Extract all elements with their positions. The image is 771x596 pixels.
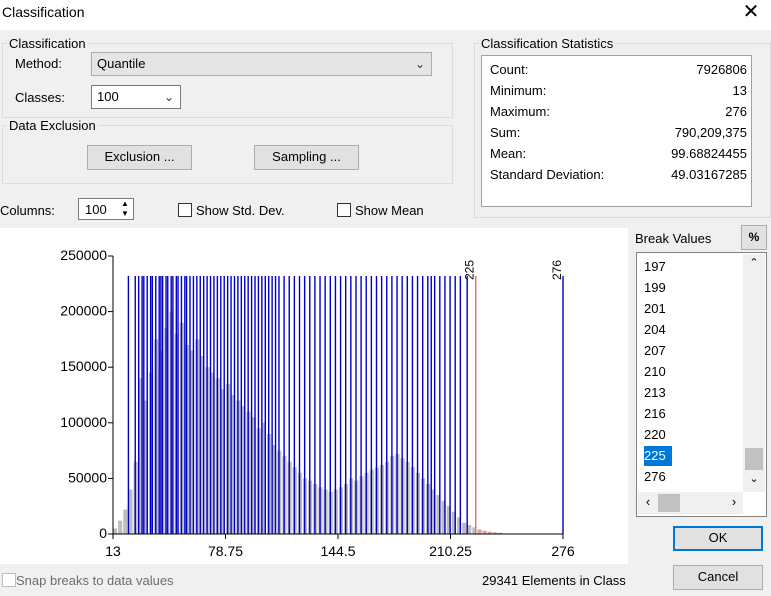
stat-row-count: Count: 7926806: [490, 62, 747, 77]
x-tick-label: 276: [551, 543, 575, 559]
histogram-plot[interactable]: 0 50000 100000 150000 200000 250000 13 78.75 144…: [0, 228, 628, 564]
show-std-dev-label: Show Std. Dev.: [196, 203, 285, 218]
break-label: 225: [463, 260, 477, 280]
show-mean-label: Show Mean: [355, 203, 424, 218]
snap-breaks-label: Snap breaks to data values: [16, 573, 174, 588]
list-item[interactable]: 207: [644, 341, 672, 361]
ok-button[interactable]: OK: [673, 526, 763, 551]
sampling-button[interactable]: Sampling ...: [254, 145, 359, 170]
list-item[interactable]: 276: [644, 467, 672, 487]
classes-select[interactable]: 100 ⌄: [91, 85, 181, 109]
statistics-legend: Classification Statistics: [481, 36, 614, 51]
classes-value: 100: [97, 89, 119, 104]
statistics-panel: Count: 7926806 Minimum: 13 Maximum: 276 Sum…: [481, 55, 752, 207]
classes-label: Classes:: [15, 90, 65, 105]
list-item[interactable]: 213: [644, 383, 672, 403]
histogram-bar: [118, 520, 123, 534]
columns-spinner[interactable]: 100 ▲ ▼: [78, 198, 134, 220]
method-select[interactable]: Quantile ⌄: [91, 52, 432, 76]
histogram-bar: [482, 530, 487, 534]
close-icon[interactable]: ✕: [740, 2, 762, 24]
classification-group: Classification: [2, 36, 453, 118]
method-label: Method:: [15, 56, 62, 71]
vertical-scroll-thumb[interactable]: [745, 448, 763, 470]
stat-row-std-dev: Standard Deviation: 49.03167285: [490, 167, 747, 182]
chevron-down-icon[interactable]: ⌄: [743, 472, 765, 488]
classification-legend: Classification: [9, 36, 86, 51]
snap-breaks-checkbox[interactable]: [2, 573, 16, 587]
columns-label: Columns:: [0, 203, 55, 218]
spin-down-icon[interactable]: ▼: [117, 209, 133, 219]
x-tick-label: 13: [105, 543, 121, 559]
exclusion-button[interactable]: Exclusion ...: [87, 145, 192, 170]
y-tick-label: 50000: [68, 469, 107, 485]
horizontal-scroll-thumb[interactable]: [658, 494, 680, 512]
chevron-right-icon[interactable]: ›: [726, 494, 742, 512]
data-exclusion-legend: Data Exclusion: [9, 118, 96, 133]
show-std-dev-checkbox[interactable]: [178, 203, 192, 217]
list-item[interactable]: 199: [644, 278, 672, 298]
y-tick-label: 250000: [60, 247, 107, 263]
chevron-down-icon: ⌄: [163, 90, 174, 104]
x-tick-label: 210.25: [429, 543, 472, 559]
list-item[interactable]: 197: [644, 257, 672, 277]
chevron-up-icon[interactable]: ⌃: [743, 256, 765, 272]
list-item[interactable]: 220: [644, 425, 672, 445]
elements-in-class-text: 29341 Elements in Class: [482, 573, 626, 588]
histogram-svg[interactable]: 0 50000 100000 150000 200000 250000 13 78.75 144…: [0, 228, 628, 564]
break-label: 276: [550, 260, 564, 280]
percent-button[interactable]: %: [741, 225, 767, 250]
histogram-bar: [123, 509, 128, 534]
list-item[interactable]: 216: [644, 404, 672, 424]
spin-up-icon[interactable]: ▲: [117, 199, 133, 209]
title-bar: [0, 0, 771, 30]
vertical-scrollbar[interactable]: ⌃ ⌄: [743, 254, 765, 492]
cancel-button[interactable]: Cancel: [673, 565, 763, 590]
stat-row-sum: Sum: 790,209,375: [490, 125, 747, 140]
histogram-bar: [113, 528, 118, 534]
y-tick-label: 150000: [60, 358, 107, 374]
x-tick-label: 144.5: [320, 543, 355, 559]
x-tick-label: 78.75: [208, 543, 243, 559]
y-tick-label: 200000: [60, 303, 107, 319]
histogram-bar: [462, 522, 467, 534]
list-item-selected[interactable]: 225: [644, 446, 672, 466]
y-tick-label: 100000: [60, 414, 107, 430]
method-value: Quantile: [97, 56, 146, 71]
horizontal-scrollbar[interactable]: ‹ ›: [638, 492, 743, 514]
columns-value: 100: [85, 202, 107, 217]
data-exclusion-group: Data Exclusion: [2, 118, 453, 184]
chevron-down-icon: ⌄: [414, 57, 425, 71]
list-item[interactable]: 201: [644, 299, 672, 319]
window-title: Classification: [2, 4, 85, 20]
stat-row-maximum: Maximum: 276: [490, 104, 747, 119]
list-item[interactable]: 204: [644, 320, 672, 340]
list-item[interactable]: 210: [644, 362, 672, 382]
y-tick-label: 0: [99, 525, 107, 541]
stat-row-mean: Mean: 99.68824455: [490, 146, 747, 161]
show-mean-checkbox[interactable]: [337, 203, 351, 217]
chevron-left-icon[interactable]: ‹: [640, 494, 656, 512]
histogram-bar: [477, 529, 482, 534]
stat-row-minimum: Minimum: 13: [490, 83, 747, 98]
break-values-label: Break Values: [635, 231, 712, 246]
